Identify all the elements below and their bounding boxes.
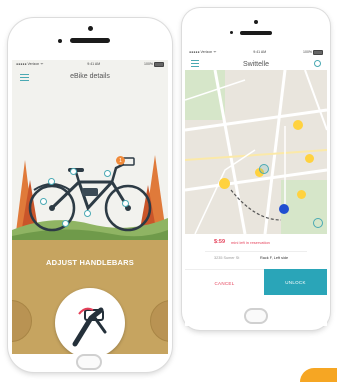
map-canvas [185,70,327,234]
reservation-screen: ●●●●● Verizon ᯤ 9:41 AM 100% Swittelle $… [185,48,327,326]
locate-icon[interactable] [314,60,321,67]
hotspot-dot[interactable] [84,210,91,217]
station-address: 3235 Sumer St [214,256,240,260]
divider [205,251,307,252]
page-title: eBike details [70,73,110,80]
battery-label: 100% [144,62,153,66]
handlebar-icon [72,307,107,347]
sensor [58,39,62,43]
recenter-icon[interactable] [313,218,323,228]
time-label: 9:41 AM [87,62,101,66]
carrier-label: ●●●●● Verizon ᯤ [189,49,217,54]
hotspot-dot[interactable] [40,198,47,205]
bike-station-pin[interactable] [219,178,230,189]
status-bar: ●●●●● Verizon ᯤ 9:41 AM 100% [12,60,168,68]
reservation-price: $:59 [214,239,226,245]
hotspot-handlebar[interactable]: 1 [116,156,125,165]
action-title: ADJUST HANDLEBARS [46,258,134,267]
hotspot-dot[interactable] [48,178,55,185]
rack-location: Rack F, Left side [260,256,289,260]
battery-icon [313,49,323,55]
page-title: Swittelle [242,61,270,68]
hotspot-dot[interactable] [104,170,111,177]
bike-station-pin[interactable] [305,154,314,163]
map-view[interactable] [185,70,327,234]
right-phone: ●●●●● Verizon ᯤ 9:41 AM 100% Swittelle $… [182,8,330,330]
home-button[interactable] [76,354,102,370]
hotspot-dot[interactable] [62,220,69,227]
home-button[interactable] [244,308,268,324]
handlebar-detail-button[interactable] [55,288,125,354]
selected-bike-pin[interactable] [279,204,289,214]
unlock-button[interactable]: UNLOCK [264,269,327,295]
reservation-minutes-left: mini left in reservation [231,240,270,245]
ebike-details-screen: ●●●●● Verizon ᯤ 9:41 AM 100% eBike detai… [12,60,168,354]
cancel-button[interactable]: CANCEL [185,269,264,296]
hotspot-dot[interactable] [70,168,77,175]
time-label: 9:41 AM [253,50,267,54]
battery-label: 100% [303,50,312,54]
speaker [240,31,272,35]
bike-station-pin[interactable] [297,190,306,199]
user-location-icon [259,164,269,174]
ebike-illustration[interactable] [24,146,156,238]
sensor [230,31,233,34]
hotspot-dot[interactable] [122,200,129,207]
status-bar: ●●●●● Verizon ᯤ 9:41 AM 100% [185,48,327,56]
speaker [70,38,110,43]
camera [254,20,258,24]
carrier-label: ●●●●● Verizon ᯤ [16,61,44,66]
battery-icon [154,61,164,67]
camera [88,26,93,31]
bike-station-pin[interactable] [293,120,303,130]
left-phone: ●●●●● Verizon ᯤ 9:41 AM 100% eBike detai… [8,18,172,372]
